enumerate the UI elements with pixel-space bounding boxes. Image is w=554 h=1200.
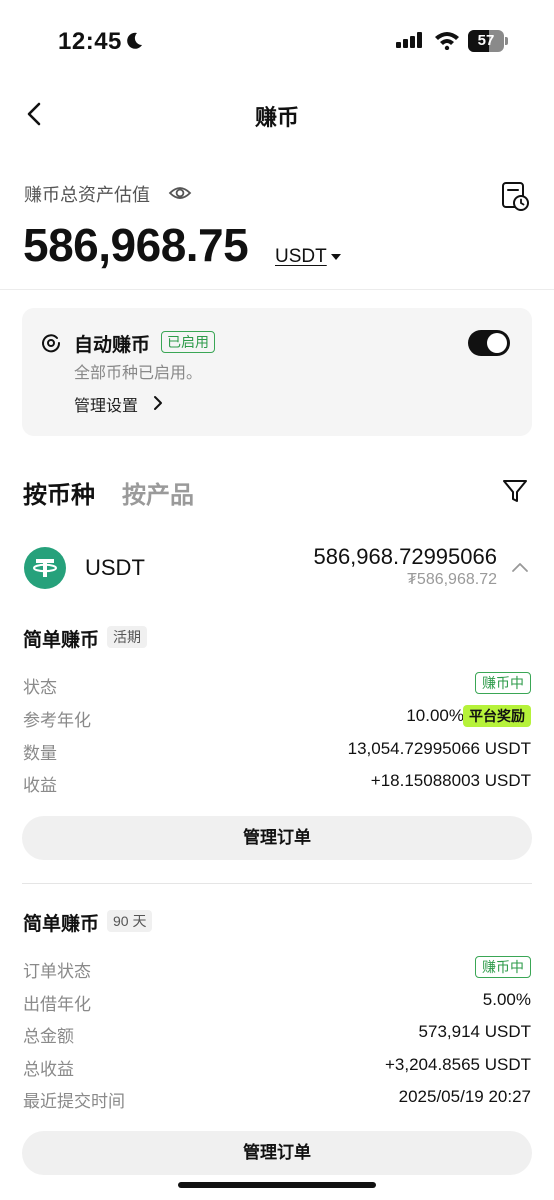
product-title: 简单赚币 xyxy=(23,630,100,651)
moon-icon xyxy=(127,32,142,49)
status-badge: 赚币中 xyxy=(475,956,531,978)
usdt-logo-icon xyxy=(24,547,66,589)
chevron-up-icon[interactable] xyxy=(511,561,529,573)
filter-icon[interactable] xyxy=(502,478,528,504)
auto-earn-description: 全部币种已启用。 xyxy=(74,365,203,382)
amount-value: 13,054.72995066 USDT xyxy=(347,739,531,758)
product-title: 简单赚币 xyxy=(23,914,100,935)
battery-icon: 57 xyxy=(468,30,508,52)
apr-value: 10.00% xyxy=(406,706,464,725)
coin-fiat-value: ₮586,968.72 xyxy=(407,571,497,588)
wifi-icon xyxy=(435,32,459,50)
product-term-tag: 90 天 xyxy=(107,910,153,932)
caret-down-icon[interactable] xyxy=(331,254,341,260)
eye-icon[interactable] xyxy=(168,182,192,204)
auto-earn-title: 自动赚币 xyxy=(74,335,151,356)
cellular-signal-icon xyxy=(396,32,422,48)
page-title: 赚币 xyxy=(254,105,299,130)
chevron-right-icon[interactable] xyxy=(152,394,164,412)
amount-label: 数量 xyxy=(23,744,57,763)
auto-earn-icon xyxy=(42,334,61,353)
tab-by-coin[interactable]: 按币种 xyxy=(23,475,95,510)
divider xyxy=(22,883,532,884)
last-submit-time-value: 2025/05/19 20:27 xyxy=(398,1087,531,1106)
total-amount-label: 总金额 xyxy=(23,1027,74,1046)
total-earnings-value: +3,204.8565 USDT xyxy=(384,1055,531,1074)
currency-selector[interactable]: USDT xyxy=(275,246,327,268)
order-status-label: 订单状态 xyxy=(23,962,91,981)
earnings-label: 收益 xyxy=(23,776,57,795)
manage-orders-button[interactable]: 管理订单 xyxy=(22,816,532,860)
lending-apr-label: 出借年化 xyxy=(23,995,91,1014)
lending-apr-value: 5.00% xyxy=(482,990,531,1009)
home-indicator xyxy=(178,1182,376,1188)
earnings-value: +18.15088003 USDT xyxy=(370,771,531,790)
nav-bar: 赚币 xyxy=(0,88,554,140)
coin-amount: 586,968.72995066 xyxy=(313,544,497,569)
manage-settings-link[interactable]: 管理设置 xyxy=(74,392,138,416)
total-amount-value: 573,914 USDT xyxy=(418,1022,531,1041)
history-icon[interactable] xyxy=(500,180,530,212)
total-assets-label: 赚币总资产估值 xyxy=(24,185,150,205)
manage-orders-button[interactable]: 管理订单 xyxy=(22,1131,532,1175)
total-assets-value: 586,968.75 xyxy=(23,219,249,271)
auto-earn-toggle[interactable] xyxy=(468,330,510,356)
status-label: 状态 xyxy=(23,678,57,697)
status-badge: 赚币中 xyxy=(475,672,531,694)
product-term-tag: 活期 xyxy=(107,626,147,648)
status-bar: 12:45 57 xyxy=(0,0,554,80)
status-time: 12:45 xyxy=(58,28,122,55)
platform-reward-badge: 平台奖励 xyxy=(463,705,531,727)
tab-by-product[interactable]: 按产品 xyxy=(122,475,194,510)
coin-name: USDT xyxy=(85,555,145,580)
last-submit-time-label: 最近提交时间 xyxy=(23,1092,125,1111)
auto-earn-card: 自动赚币 已启用 全部币种已启用。 管理设置 xyxy=(22,308,532,436)
enabled-badge: 已启用 xyxy=(161,331,215,353)
total-earnings-label: 总收益 xyxy=(23,1060,74,1079)
toggle-knob xyxy=(487,333,507,353)
apr-label: 参考年化 xyxy=(23,711,91,730)
battery-level: 57 xyxy=(477,32,495,49)
divider xyxy=(0,289,554,290)
